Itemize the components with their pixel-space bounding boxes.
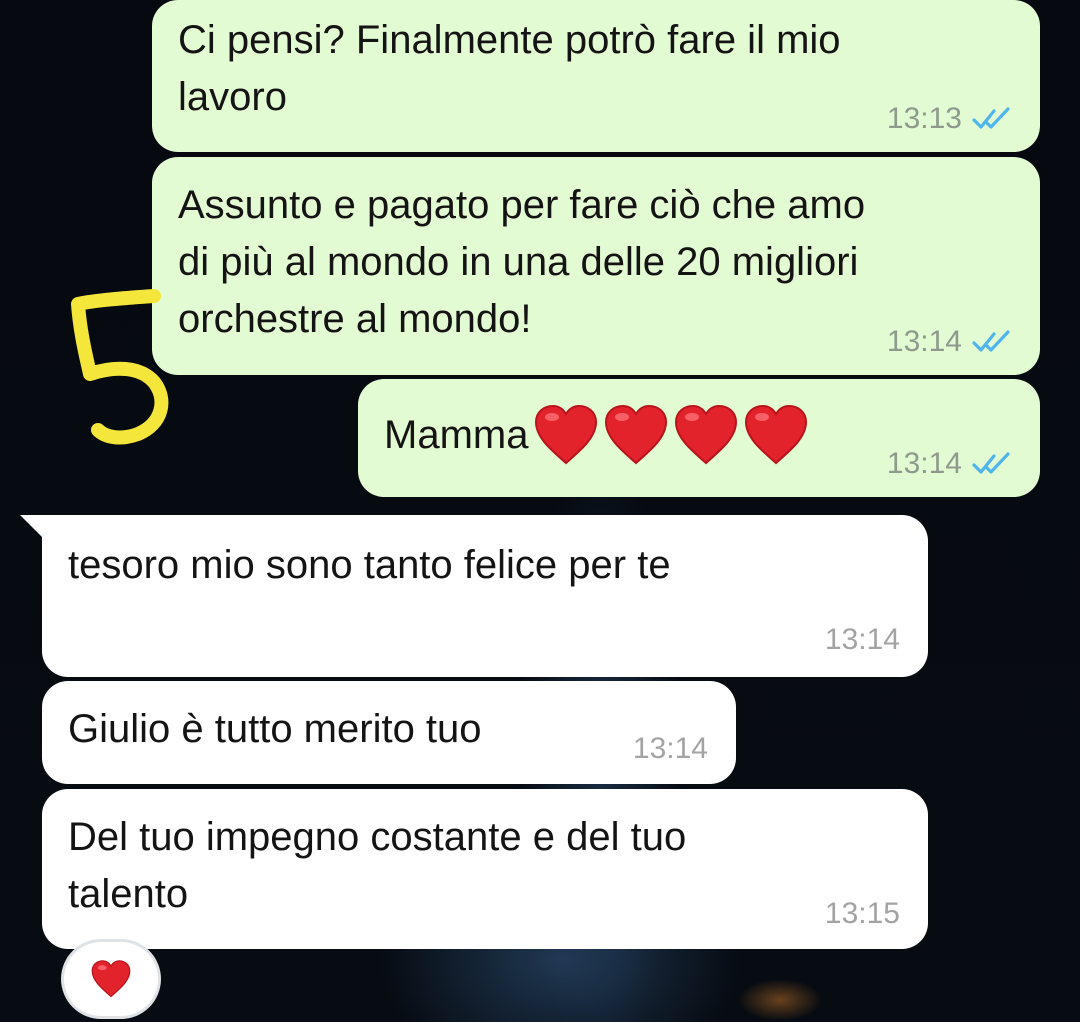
message-text: Assunto e pagato per fare ciò che amo di… [178, 183, 866, 341]
emoji-group [532, 403, 810, 467]
red-heart-icon [91, 960, 131, 998]
message-text: Giulio è tutto merito tuo [68, 707, 482, 751]
message-text: Ci pensi? Finalmente potrò fare il mio l… [178, 18, 841, 119]
message-time: 13:14 [632, 732, 708, 765]
message-meta: 13:14 [887, 325, 1016, 359]
red-heart-icon [745, 404, 808, 465]
message-text: tesoro mio sono tanto felice per te [68, 543, 671, 587]
message-time: 13:14 [824, 623, 900, 656]
message-text-row: Mamma [384, 403, 810, 467]
red-heart-icon [535, 404, 598, 465]
double-check-icon [972, 107, 1010, 129]
message-meta: 13:14 [633, 732, 708, 766]
message-meta: 13:14 [825, 623, 900, 657]
red-heart-icon [605, 404, 668, 465]
message-time: 13:14 [886, 447, 962, 480]
double-check-icon [972, 452, 1010, 474]
message-bubble-incoming[interactable]: Giulio è tutto merito tuo 13:14 [42, 681, 736, 784]
message-time: 13:15 [824, 897, 900, 930]
message-text: Del tuo impegno costante e del tuo talen… [68, 815, 687, 916]
reaction-badge[interactable] [64, 942, 158, 1016]
message-meta: 13:14 [887, 447, 1016, 481]
message-bubble-outgoing[interactable]: Ci pensi? Finalmente potrò fare il mio l… [152, 0, 1040, 152]
handwritten-number-five [71, 289, 169, 445]
message-time: 13:13 [886, 102, 962, 135]
message-bubble-outgoing[interactable]: Assunto e pagato per fare ciò che amo di… [152, 157, 1040, 375]
message-bubble-incoming[interactable]: tesoro mio sono tanto felice per te 13:1… [42, 515, 928, 677]
message-meta: 13:15 [825, 897, 900, 931]
double-check-icon [972, 330, 1010, 352]
message-text: Mamma [384, 412, 529, 457]
red-heart-icon [675, 404, 738, 465]
message-time: 13:14 [886, 325, 962, 358]
message-bubble-outgoing[interactable]: Mamma 13:14 [358, 379, 1040, 497]
message-bubble-incoming[interactable]: Del tuo impegno costante e del tuo talen… [42, 789, 928, 949]
message-meta: 13:13 [887, 102, 1016, 136]
